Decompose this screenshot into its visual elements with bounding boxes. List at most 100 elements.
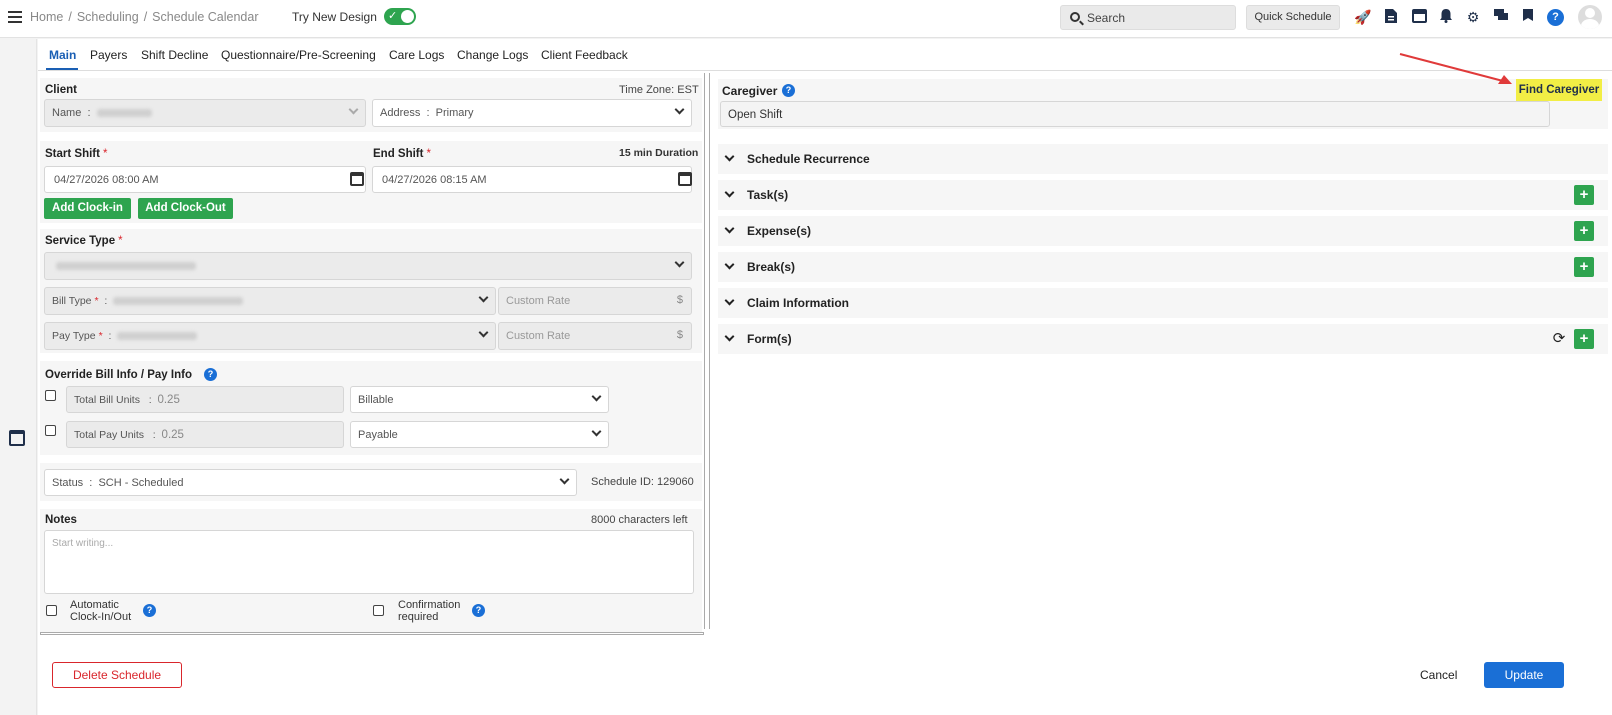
accordion-title: Expense(s) bbox=[747, 224, 812, 238]
add-form-button[interactable]: + bbox=[1574, 329, 1594, 349]
chevron-down-icon bbox=[674, 104, 685, 115]
accordion-expenses[interactable]: Expense(s) + bbox=[718, 216, 1608, 246]
refresh-icon[interactable]: ⟳ bbox=[1550, 330, 1568, 348]
chevron-down-icon bbox=[724, 295, 735, 306]
add-clock-out-button[interactable]: Add Clock-Out bbox=[138, 198, 233, 219]
help-icon[interactable]: ? bbox=[204, 368, 217, 381]
schedule-id: Schedule ID: 129060 bbox=[591, 476, 694, 488]
document-icon[interactable] bbox=[1382, 8, 1400, 26]
calendar-icon[interactable] bbox=[9, 430, 25, 446]
chat-icon[interactable] bbox=[1492, 8, 1510, 26]
bill-custom-rate-input[interactable]: Custom Rate $ bbox=[498, 287, 692, 315]
start-shift-input[interactable]: 04/27/2026 08:00 AM bbox=[44, 166, 366, 193]
service-type-heading: Service Type * bbox=[45, 235, 123, 247]
accordion-tasks[interactable]: Task(s) + bbox=[718, 180, 1608, 210]
vertical-scrollbar[interactable] bbox=[704, 73, 710, 629]
find-caregiver-button[interactable]: Find Caregiver bbox=[1516, 79, 1602, 101]
confirmation-required-label: Confirmation required bbox=[398, 599, 461, 623]
shift-duration: 15 min Duration bbox=[619, 147, 699, 159]
search-input[interactable]: Search bbox=[1060, 5, 1236, 30]
chevron-down-icon bbox=[724, 259, 735, 270]
check-icon: ✓ bbox=[388, 10, 398, 22]
breadcrumb: Home / Scheduling / Schedule Calendar bbox=[30, 10, 259, 24]
calendar-icon[interactable] bbox=[678, 172, 692, 186]
billable-value: Billable bbox=[358, 394, 394, 406]
tab-shift-decline[interactable]: Shift Decline bbox=[141, 48, 208, 62]
end-shift-heading: End Shift * bbox=[373, 148, 431, 160]
accordion-forms[interactable]: Form(s) ⟳ + bbox=[718, 324, 1608, 354]
notes-heading: Notes bbox=[45, 514, 77, 526]
update-button[interactable]: Update bbox=[1484, 662, 1564, 688]
breadcrumb-scheduling[interactable]: Scheduling bbox=[77, 10, 139, 24]
tab-questionnaire[interactable]: Questionnaire/Pre-Screening bbox=[221, 48, 376, 62]
breadcrumb-home[interactable]: Home bbox=[30, 10, 63, 24]
payable-select[interactable]: Payable bbox=[350, 421, 609, 448]
delete-schedule-button[interactable]: Delete Schedule bbox=[52, 662, 182, 688]
pay-custom-rate-input[interactable]: Custom Rate $ bbox=[498, 322, 692, 350]
try-new-design-toggle[interactable]: ✓ bbox=[384, 8, 416, 25]
bell-icon[interactable] bbox=[1437, 8, 1455, 26]
menu-icon[interactable] bbox=[8, 11, 22, 23]
add-clock-in-button[interactable]: Add Clock-in bbox=[44, 198, 131, 219]
add-break-button[interactable]: + bbox=[1574, 257, 1594, 277]
accordion-title: Break(s) bbox=[747, 260, 796, 274]
address-value: Primary bbox=[435, 107, 474, 119]
custom-rate-placeholder: Custom Rate bbox=[506, 330, 571, 342]
caregiver-input[interactable]: Open Shift bbox=[720, 101, 1550, 127]
tab-change-logs[interactable]: Change Logs bbox=[457, 48, 528, 62]
total-bill-units-value: 0.25 bbox=[157, 394, 180, 406]
automatic-clock-checkbox[interactable] bbox=[46, 605, 57, 616]
tab-main[interactable]: Main bbox=[49, 48, 76, 62]
billable-select[interactable]: Billable bbox=[350, 386, 609, 413]
calendar-icon[interactable] bbox=[1410, 8, 1428, 26]
tab-payers[interactable]: Payers bbox=[90, 48, 127, 62]
quick-schedule-button[interactable]: Quick Schedule bbox=[1246, 5, 1340, 30]
notes-textarea[interactable]: Start writing... bbox=[44, 530, 694, 594]
accordion-title: Task(s) bbox=[747, 188, 789, 202]
end-shift-input[interactable]: 04/27/2026 08:15 AM bbox=[372, 166, 692, 193]
bill-type-label: Bill Type bbox=[52, 295, 92, 307]
tab-client-feedback[interactable]: Client Feedback bbox=[541, 48, 628, 62]
add-expense-button[interactable]: + bbox=[1574, 221, 1594, 241]
total-pay-units-input[interactable]: Total Pay Units : 0.25 bbox=[66, 421, 344, 448]
confirmation-required-checkbox[interactable] bbox=[373, 605, 384, 616]
client-name-select[interactable]: Name : bbox=[44, 99, 366, 127]
tab-bar: Main Payers Shift Decline Questionnaire/… bbox=[38, 39, 1612, 71]
avatar[interactable] bbox=[1578, 5, 1602, 29]
help-icon[interactable]: ? bbox=[1547, 9, 1564, 26]
dollar-icon: $ bbox=[676, 294, 683, 306]
override-pay-checkbox[interactable] bbox=[45, 425, 56, 436]
status-select[interactable]: Status : SCH - Scheduled bbox=[44, 469, 577, 496]
tab-care-logs[interactable]: Care Logs bbox=[389, 48, 444, 62]
total-bill-units-input[interactable]: Total Bill Units : 0.25 bbox=[66, 386, 344, 413]
cancel-button[interactable]: Cancel bbox=[1420, 668, 1457, 682]
override-bill-checkbox[interactable] bbox=[45, 390, 56, 401]
start-shift-heading: Start Shift * bbox=[45, 148, 108, 160]
chevron-down-icon bbox=[478, 327, 489, 338]
calendar-icon[interactable] bbox=[350, 172, 364, 186]
accordion-claim-information[interactable]: Claim Information bbox=[718, 288, 1608, 318]
pay-type-select[interactable]: Pay Type * : bbox=[44, 322, 496, 350]
gear-icon[interactable]: ⚙ bbox=[1464, 8, 1482, 26]
client-address-select[interactable]: Address : Primary bbox=[372, 99, 692, 127]
horizontal-scrollbar[interactable] bbox=[40, 632, 704, 635]
accordion-schedule-recurrence[interactable]: Schedule Recurrence bbox=[718, 144, 1608, 174]
breadcrumb-schedule-calendar[interactable]: Schedule Calendar bbox=[152, 10, 258, 24]
custom-rate-placeholder: Custom Rate bbox=[506, 295, 571, 307]
pay-type-label: Pay Type bbox=[52, 330, 96, 342]
help-icon[interactable]: ? bbox=[782, 84, 795, 97]
help-icon[interactable]: ? bbox=[472, 604, 485, 617]
rocket-icon[interactable]: 🚀 bbox=[1354, 8, 1372, 26]
bill-type-select[interactable]: Bill Type * : bbox=[44, 287, 496, 315]
bookmark-icon[interactable] bbox=[1519, 8, 1537, 26]
add-task-button[interactable]: + bbox=[1574, 185, 1594, 205]
bill-type-value bbox=[113, 297, 244, 306]
service-type-select[interactable] bbox=[44, 252, 692, 280]
total-bill-units-label: Total Bill Units bbox=[74, 394, 140, 406]
help-icon[interactable]: ? bbox=[143, 604, 156, 617]
chevron-down-icon bbox=[724, 151, 735, 162]
accordion-breaks[interactable]: Break(s) + bbox=[718, 252, 1608, 282]
automatic-clock-label: Automatic Clock-In/Out bbox=[70, 599, 132, 623]
top-bar: Home / Scheduling / Schedule Calendar Try Ne… bbox=[0, 0, 1612, 38]
search-icon bbox=[1070, 12, 1080, 22]
